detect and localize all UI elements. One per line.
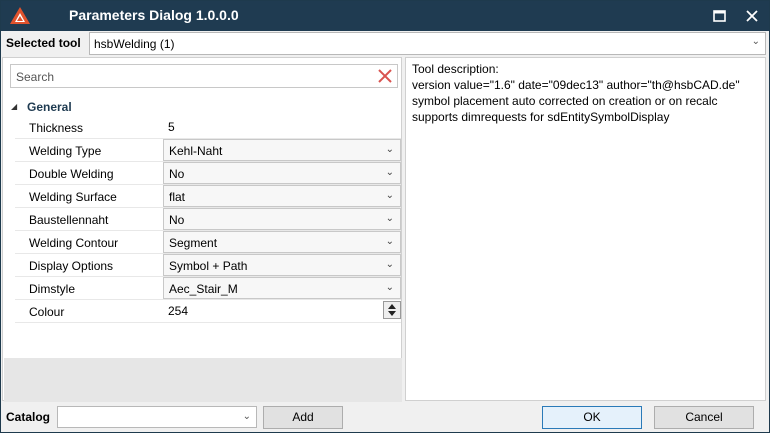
title-bar[interactable]: Parameters Dialog 1.0.0.0 (1, 1, 769, 31)
selected-tool-value: hsbWelding (1) (94, 37, 175, 51)
maximize-icon[interactable] (708, 5, 730, 27)
grid-footer-area (4, 358, 402, 402)
catalog-label: Catalog (6, 410, 51, 424)
property-value: Kehl-Naht (169, 144, 223, 158)
property-value: Aec_Stair_M (169, 282, 238, 296)
chevron-down-icon: ⌄ (385, 213, 394, 224)
group-header-general[interactable]: ◢ General (11, 98, 401, 116)
property-name: Display Options (29, 259, 114, 273)
property-name: Welding Contour (29, 236, 119, 250)
selected-tool-label: Selected tool (6, 36, 81, 50)
add-button[interactable]: Add (263, 406, 343, 429)
ok-button[interactable]: OK (542, 406, 642, 429)
clear-search-icon[interactable] (376, 67, 394, 85)
description-line: supports dimrequests for sdEntitySymbolD… (412, 110, 670, 124)
cancel-button[interactable]: Cancel (654, 406, 754, 429)
property-row-welding-type: Welding Type Kehl-Naht ⌄ (15, 139, 401, 162)
property-value: Symbol + Path (169, 259, 248, 273)
property-value: flat (169, 190, 186, 204)
chevron-down-icon: ⌄ (385, 167, 394, 178)
baustellennaht-dropdown[interactable]: No ⌄ (163, 208, 401, 230)
chevron-down-icon: ⌄ (385, 282, 394, 293)
property-row-dimstyle: Dimstyle Aec_Stair_M ⌄ (15, 277, 401, 300)
property-row-baustellennaht: Baustellennaht No ⌄ (15, 208, 401, 231)
property-name: Thickness (29, 121, 84, 135)
double-welding-dropdown[interactable]: No ⌄ (163, 162, 401, 184)
property-row-welding-surface: Welding Surface flat ⌄ (15, 185, 401, 208)
chevron-down-icon: ⌄ (242, 411, 251, 422)
collapse-arrow-icon[interactable]: ◢ (11, 102, 17, 111)
thickness-field[interactable]: 5 (163, 116, 401, 138)
chevron-down-icon: ⌄ (385, 190, 394, 201)
property-name: Double Welding (29, 167, 114, 181)
property-name: Colour (29, 305, 65, 319)
property-value: Segment (169, 236, 218, 250)
welding-surface-dropdown[interactable]: flat ⌄ (163, 185, 401, 207)
description-line: version value="1.6" date="09dec13" autho… (412, 78, 740, 92)
group-label: General (27, 100, 72, 114)
catalog-dropdown[interactable]: ⌄ (57, 406, 257, 428)
dimstyle-dropdown[interactable]: Aec_Stair_M ⌄ (163, 277, 401, 299)
property-name: Welding Type (29, 144, 102, 158)
property-row-double-welding: Double Welding No ⌄ (15, 162, 401, 185)
property-name: Welding Surface (29, 190, 117, 204)
welding-type-dropdown[interactable]: Kehl-Naht ⌄ (163, 139, 401, 161)
window-title: Parameters Dialog 1.0.0.0 (69, 7, 239, 23)
tool-description-panel: Tool description: version value="1.6" da… (405, 57, 766, 401)
property-value: No (169, 167, 185, 181)
display-options-dropdown[interactable]: Symbol + Path ⌄ (163, 254, 401, 276)
property-name: Baustellennaht (29, 213, 109, 227)
welding-contour-dropdown[interactable]: Segment ⌄ (163, 231, 401, 253)
chevron-down-icon: ⌄ (385, 144, 394, 155)
chevron-down-icon: ⌄ (385, 259, 394, 270)
colour-field[interactable]: 254 (163, 300, 401, 322)
property-value: No (169, 213, 185, 227)
selected-tool-dropdown[interactable]: hsbWelding (1) ⌄ (89, 32, 766, 55)
property-row-display-options: Display Options Symbol + Path ⌄ (15, 254, 401, 277)
search-input[interactable]: Search (10, 64, 398, 88)
property-row-welding-contour: Welding Contour Segment ⌄ (15, 231, 401, 254)
property-grid: Search ◢ General Thickness 5 Welding Typ… (2, 57, 402, 402)
property-row-colour: Colour 254 (15, 300, 401, 323)
search-placeholder: Search (16, 70, 55, 84)
property-value: 254 (168, 304, 189, 318)
chevron-down-icon: ⌄ (751, 36, 760, 47)
property-name: Dimstyle (29, 282, 76, 296)
app-logo-icon (9, 6, 31, 26)
property-value: 5 (168, 120, 175, 134)
parameters-dialog: Parameters Dialog 1.0.0.0 Selected tool … (0, 0, 770, 433)
close-icon[interactable] (741, 5, 763, 27)
description-line: symbol placement auto corrected on creat… (412, 94, 718, 108)
chevron-down-icon: ⌄ (385, 236, 394, 247)
property-row-thickness: Thickness 5 (15, 116, 401, 139)
spinner-icon[interactable] (383, 301, 401, 319)
description-heading: Tool description: (412, 62, 499, 76)
